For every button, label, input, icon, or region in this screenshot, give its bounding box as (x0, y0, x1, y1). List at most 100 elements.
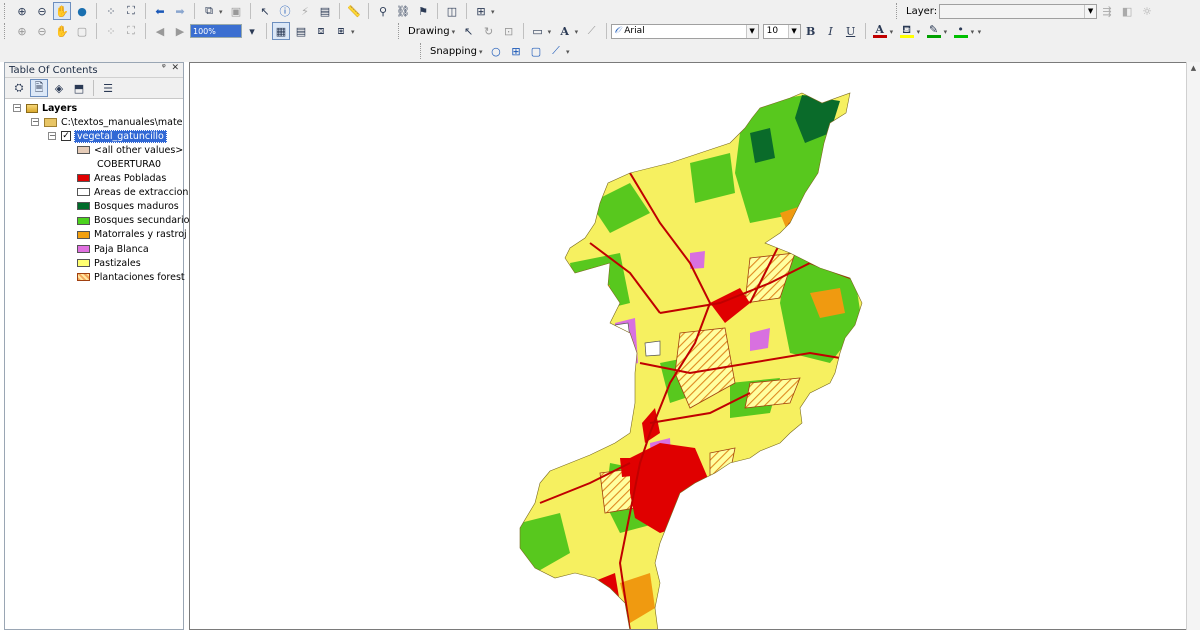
tree-root-layers[interactable]: − Layers (13, 101, 77, 115)
chevron-down-icon[interactable]: ▼ (787, 24, 800, 38)
zoom-scale-field[interactable]: 100% (190, 24, 242, 38)
fixed-zoom-in-icon[interactable]: ⁘ (102, 2, 120, 20)
toolbar-grip[interactable] (4, 3, 8, 19)
data-driven-pages-icon[interactable]: ⧆ (332, 22, 350, 40)
contrast-icon[interactable]: ◧ (1118, 2, 1136, 20)
brightness-icon[interactable]: ☼ (1138, 2, 1156, 20)
layer-select[interactable]: ▼ (939, 3, 1098, 19)
legend-item[interactable]: Pastizales (77, 256, 141, 270)
focus-data-frame-icon[interactable]: ▤ (292, 22, 310, 40)
tree-layer[interactable]: − ✓ vegetal_gatuncillo (48, 129, 167, 143)
list-by-visibility-icon[interactable]: ◈ (50, 79, 68, 97)
font-color-icon[interactable]: A (871, 22, 889, 40)
find-route-icon[interactable]: ⛓ (394, 2, 412, 20)
legend-item[interactable]: Plantaciones forest (77, 270, 185, 284)
snapping-menu[interactable]: Snapping (430, 46, 477, 57)
toolbar-grip[interactable] (4, 23, 8, 39)
legend-item[interactable]: Areas Pobladas (77, 171, 166, 185)
chevron-down-icon[interactable]: ▼ (1084, 4, 1097, 18)
find-icon[interactable]: ⚲ (374, 2, 392, 20)
go-forward-page-icon[interactable]: ▶ (171, 22, 189, 40)
close-icon[interactable]: ✕ (171, 63, 179, 73)
toggle-draft-mode-icon[interactable]: ▦ (272, 22, 290, 40)
point-snapping-icon[interactable]: ○ (487, 42, 505, 60)
select-features-icon[interactable]: ⧉ (200, 2, 218, 20)
go-to-xy-icon[interactable]: ⚑ (414, 2, 432, 20)
list-by-selection-icon[interactable]: ⬒ (70, 79, 88, 97)
chevron-down-icon[interactable]: ▾ (548, 26, 555, 36)
font-select[interactable]: 𝒪 Arial ▼ (610, 23, 759, 39)
line-color-icon[interactable]: ✎ (925, 22, 943, 40)
fill-color-icon[interactable]: ⛾ (898, 22, 916, 40)
bold-button[interactable]: B (802, 22, 820, 40)
vertex-snapping-icon[interactable]: ▢ (527, 42, 545, 60)
toolbar-options-icon[interactable]: ▾ (491, 6, 498, 16)
back-extent-icon[interactable]: ⬅ (151, 2, 169, 20)
go-back-page-icon[interactable]: ◀ (151, 22, 169, 40)
fixed-zoom-out-icon[interactable]: ⛶ (122, 2, 140, 20)
chevron-down-icon[interactable]: ▾ (890, 26, 897, 36)
list-by-source-icon[interactable]: 🗎 (30, 79, 48, 97)
fixed-zoom-in-page-icon[interactable]: ⁘ (102, 22, 120, 40)
chevron-down-icon[interactable]: ▾ (917, 26, 924, 36)
new-text-icon[interactable]: A (556, 22, 574, 40)
legend-item[interactable]: Bosques secundario (77, 214, 189, 228)
rotate-icon[interactable]: ↻ (480, 22, 498, 40)
change-layout-icon[interactable]: ⧈ (312, 22, 330, 40)
zoom-in-icon[interactable]: ⊕ (13, 2, 31, 20)
toolbar-grip[interactable] (420, 43, 424, 59)
measure-icon[interactable]: 📏 (345, 2, 363, 20)
forward-extent-icon[interactable]: ➡ (171, 2, 189, 20)
tree-folder[interactable]: − C:\textos_manuales\mate (31, 115, 183, 129)
toolbar-options-icon[interactable]: ▾ (566, 46, 573, 56)
layout-pan-icon[interactable]: ✋ (53, 22, 71, 40)
zoom-out-icon[interactable]: ⊖ (33, 2, 51, 20)
scroll-up-icon[interactable]: ▲ (1187, 62, 1200, 74)
legend-item[interactable]: Paja Blanca (77, 242, 149, 256)
fixed-zoom-out-page-icon[interactable]: ⛶ (122, 22, 140, 40)
layer-visibility-checkbox[interactable]: ✓ (61, 131, 71, 141)
collapse-icon[interactable]: − (48, 132, 56, 140)
chevron-down-icon[interactable]: ▾ (575, 26, 582, 36)
full-extent-icon[interactable]: ● (73, 2, 91, 20)
underline-button[interactable]: U (842, 22, 860, 40)
toolbar-grip[interactable] (398, 23, 402, 39)
clear-selection-icon[interactable]: ▣ (227, 2, 245, 20)
rectangle-icon[interactable]: ▭ (529, 22, 547, 40)
layout-zoom-in-icon[interactable]: ⊕ (13, 22, 31, 40)
layout-zoom-out-icon[interactable]: ⊖ (33, 22, 51, 40)
map-scrollbar[interactable]: ▲ (1186, 62, 1200, 630)
collapse-icon[interactable]: − (13, 104, 21, 112)
html-popup-icon[interactable]: ▤ (316, 2, 334, 20)
zoom-whole-page-icon[interactable]: ▢ (73, 22, 91, 40)
toc-options-icon[interactable]: ☰ (99, 79, 117, 97)
drawing-menu[interactable]: Drawing (408, 26, 450, 37)
collapse-icon[interactable]: − (31, 118, 39, 126)
zoom-to-selected-elements-icon[interactable]: ⊡ (500, 22, 518, 40)
legend-item[interactable]: Areas de extraccion (77, 185, 188, 199)
pin-icon[interactable]: ᵠ (162, 63, 166, 73)
legend-item[interactable]: Bosques maduros (77, 199, 179, 213)
identify-icon[interactable]: ⓘ (276, 2, 294, 20)
zoom-scale-dropdown-icon[interactable]: ▾ (243, 22, 261, 40)
map-view[interactable] (189, 62, 1189, 630)
pan-icon[interactable]: ✋ (53, 2, 71, 20)
end-snapping-icon[interactable]: ⊞ (507, 42, 525, 60)
swipe-icon[interactable]: ⇶ (1098, 2, 1116, 20)
create-viewer-icon[interactable]: ⊞ (472, 2, 490, 20)
layer-label[interactable]: vegetal_gatuncillo (74, 129, 167, 143)
chevron-down-icon[interactable]: ▾ (971, 26, 978, 36)
hyperlink-icon[interactable]: ⚡ (296, 2, 314, 20)
select-elements-icon[interactable]: ↖ (460, 22, 478, 40)
legend-item[interactable]: Matorrales y rastroj (77, 228, 187, 242)
edge-snapping-icon[interactable]: ⟋ (547, 42, 565, 60)
chevron-down-icon[interactable]: ▾ (452, 26, 459, 36)
time-slider-icon[interactable]: ◫ (443, 2, 461, 20)
legend-item-other[interactable]: <all other values> (77, 143, 183, 157)
edit-vertices-icon[interactable]: ⟋ (583, 22, 601, 40)
font-size-select[interactable]: 10 ▼ (762, 23, 801, 39)
chevron-down-icon[interactable]: ▼ (745, 24, 758, 38)
chevron-down-icon[interactable]: ▾ (219, 6, 226, 16)
select-elements-icon[interactable]: ↖ (256, 2, 274, 20)
chevron-down-icon[interactable]: ▾ (479, 46, 486, 56)
